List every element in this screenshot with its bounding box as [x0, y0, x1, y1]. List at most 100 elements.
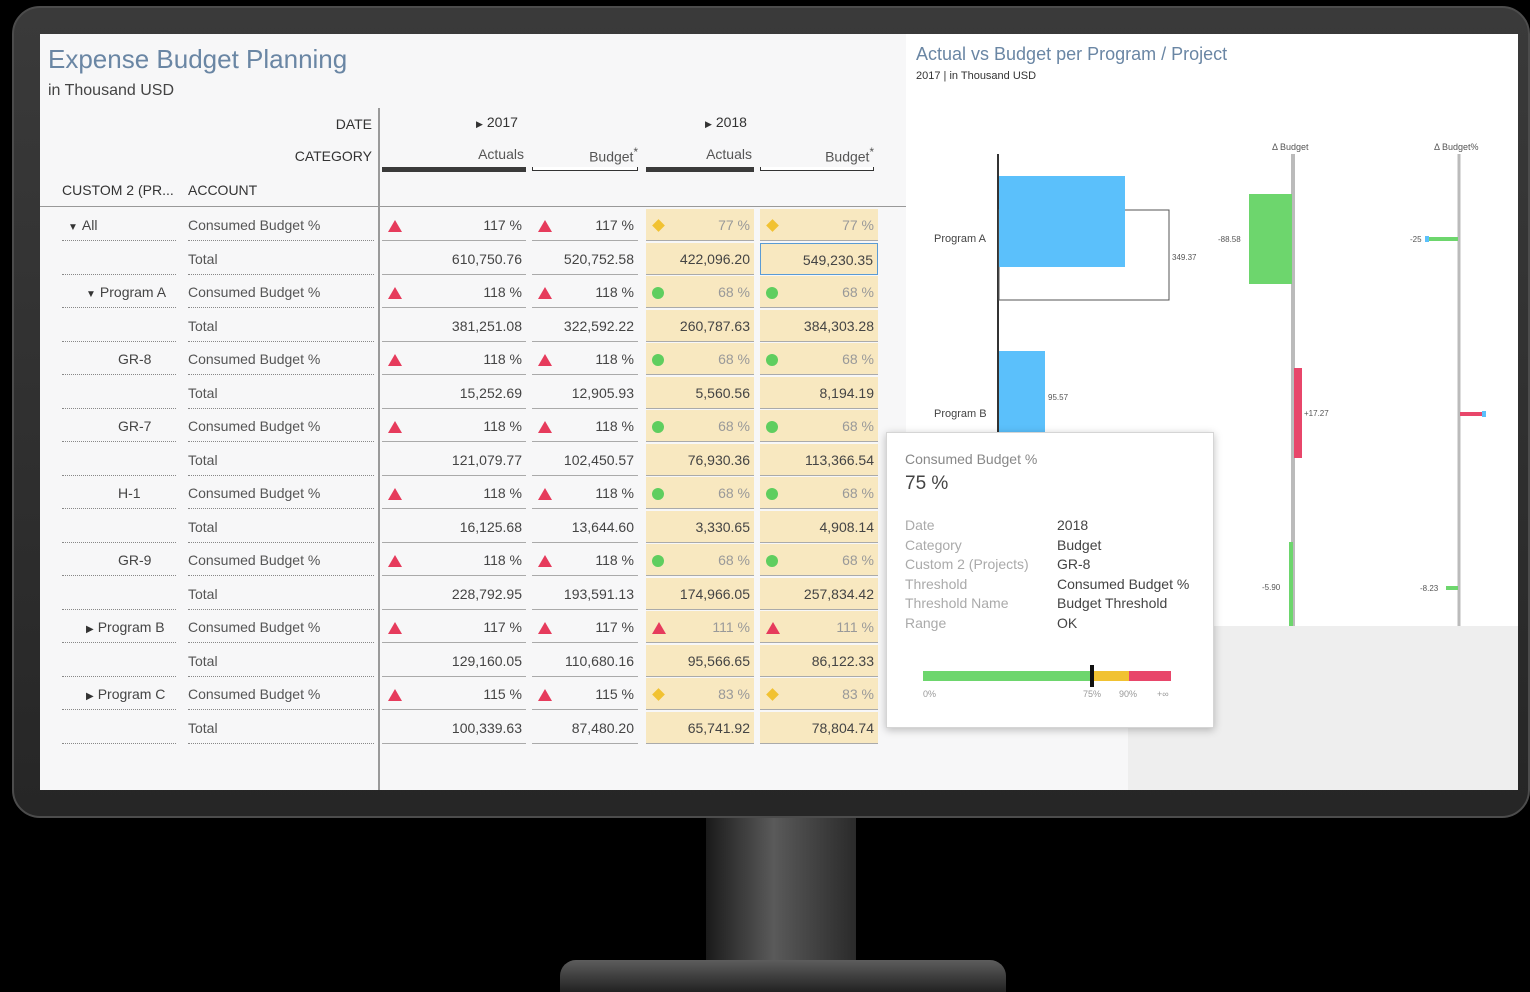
- value-cell[interactable]: 76,930.36: [646, 443, 754, 476]
- value-cell[interactable]: 384,303.28: [760, 309, 878, 342]
- value-cell[interactable]: 78,804.74: [760, 711, 878, 744]
- expand-icon[interactable]: ▶: [86, 681, 94, 713]
- table-row[interactable]: Total 15,252.69 12,905.93 5,560.56 8,194.19: [40, 376, 906, 410]
- value-cell[interactable]: 422,096.20: [646, 242, 754, 275]
- value-cell[interactable]: 102,450.57: [532, 444, 638, 476]
- date-dimension-label[interactable]: DATE: [240, 116, 372, 132]
- value-cell[interactable]: 3,330.65: [646, 510, 754, 543]
- dimension-member-cell[interactable]: GR-7: [62, 410, 176, 442]
- value-cell[interactable]: 68 %: [646, 343, 754, 375]
- value-cell[interactable]: 4,908.14: [760, 510, 878, 543]
- table-row[interactable]: Total 100,339.63 87,480.20 65,741.92 78,804.…: [40, 711, 906, 745]
- col-2017-budget[interactable]: Budget*: [532, 146, 638, 166]
- collapse-icon[interactable]: ▼: [68, 212, 78, 244]
- value-cell[interactable]: 118 %: [532, 544, 638, 576]
- custom2-dimension-label[interactable]: CUSTOM 2 (PR...: [62, 182, 182, 198]
- dimension-member-cell[interactable]: [62, 511, 176, 543]
- value-cell[interactable]: 83 %: [646, 678, 754, 710]
- value-cell[interactable]: 113,366.54: [760, 443, 878, 476]
- year-2018-header[interactable]: ▶ 2018: [705, 114, 747, 130]
- value-cell[interactable]: 86,122.33: [760, 644, 878, 677]
- table-row[interactable]: ▶ Program C Consumed Budget % 115 % 115 % 83 …: [40, 678, 906, 711]
- dimension-member-cell[interactable]: [62, 377, 176, 409]
- account-cell[interactable]: Total: [188, 444, 374, 476]
- table-row[interactable]: ▼ Program A Consumed Budget % 118 % 118 % 68 …: [40, 276, 906, 309]
- dimension-member-cell[interactable]: H-1: [62, 477, 176, 509]
- dimension-member-cell[interactable]: [62, 243, 176, 275]
- col-2018-actuals[interactable]: Actuals: [646, 146, 752, 166]
- value-cell[interactable]: 117 %: [532, 209, 638, 241]
- value-cell[interactable]: 68 %: [760, 276, 878, 308]
- value-cell[interactable]: 260,787.63: [646, 309, 754, 342]
- value-cell[interactable]: 68 %: [760, 343, 878, 375]
- value-cell[interactable]: 118 %: [382, 544, 526, 576]
- value-cell[interactable]: 68 %: [646, 477, 754, 509]
- account-cell[interactable]: Total: [188, 511, 374, 543]
- value-cell[interactable]: 111 %: [646, 611, 754, 643]
- value-cell[interactable]: 68 %: [646, 544, 754, 576]
- dimension-member-cell[interactable]: ▶ Program B: [62, 611, 176, 643]
- value-cell[interactable]: 549,230.35: [760, 242, 878, 275]
- value-cell[interactable]: 118 %: [382, 477, 526, 509]
- account-cell[interactable]: Consumed Budget %: [188, 209, 374, 241]
- dimension-member-cell[interactable]: ▼ All: [62, 209, 176, 241]
- table-row[interactable]: GR-8 Consumed Budget % 118 % 118 % 68 % 68 %: [40, 343, 906, 376]
- value-cell[interactable]: 118 %: [382, 276, 526, 308]
- value-cell[interactable]: 381,251.08: [382, 310, 526, 342]
- value-cell[interactable]: 118 %: [382, 410, 526, 442]
- account-dimension-label[interactable]: ACCOUNT: [188, 182, 308, 198]
- value-cell[interactable]: 83 %: [760, 678, 878, 710]
- value-cell[interactable]: 68 %: [646, 276, 754, 308]
- value-cell[interactable]: 8,194.19: [760, 376, 878, 409]
- account-cell[interactable]: Total: [188, 578, 374, 610]
- collapse-icon[interactable]: ▼: [86, 279, 96, 311]
- expand-icon[interactable]: ▶: [86, 614, 94, 646]
- account-cell[interactable]: Total: [188, 243, 374, 275]
- value-cell[interactable]: 520,752.58: [532, 243, 638, 275]
- value-cell[interactable]: 257,834.42: [760, 577, 878, 610]
- value-cell[interactable]: 100,339.63: [382, 712, 526, 744]
- table-row[interactable]: ▼ All Consumed Budget % 117 % 117 % 77 % 77 %: [40, 209, 906, 242]
- value-cell[interactable]: 121,079.77: [382, 444, 526, 476]
- account-cell[interactable]: Consumed Budget %: [188, 276, 374, 308]
- dimension-member-cell[interactable]: GR-9: [62, 544, 176, 576]
- col-2018-budget[interactable]: Budget*: [760, 146, 874, 166]
- value-cell[interactable]: 68 %: [760, 477, 878, 509]
- dimension-member-cell[interactable]: ▶ Program C: [62, 678, 176, 710]
- value-cell[interactable]: 193,591.13: [532, 578, 638, 610]
- value-cell[interactable]: 322,592.22: [532, 310, 638, 342]
- table-row[interactable]: GR-9 Consumed Budget % 118 % 118 % 68 % 68 %: [40, 544, 906, 577]
- table-row[interactable]: Total 610,750.76 520,752.58 422,096.20 549,2…: [40, 242, 906, 276]
- value-cell[interactable]: 111 %: [760, 611, 878, 643]
- value-cell[interactable]: 68 %: [760, 544, 878, 576]
- table-row[interactable]: Total 121,079.77 102,450.57 76,930.36 113,36…: [40, 443, 906, 477]
- table-row[interactable]: ▶ Program B Consumed Budget % 117 % 117 % 111…: [40, 611, 906, 644]
- value-cell[interactable]: 77 %: [760, 209, 878, 241]
- account-cell[interactable]: Total: [188, 645, 374, 677]
- account-cell[interactable]: Total: [188, 377, 374, 409]
- value-cell[interactable]: 117 %: [532, 611, 638, 643]
- account-cell[interactable]: Consumed Budget %: [188, 343, 374, 375]
- table-row[interactable]: GR-7 Consumed Budget % 118 % 118 % 68 % 68 %: [40, 410, 906, 443]
- account-cell[interactable]: Consumed Budget %: [188, 544, 374, 576]
- dimension-member-cell[interactable]: [62, 578, 176, 610]
- value-cell[interactable]: 68 %: [760, 410, 878, 442]
- value-cell[interactable]: 77 %: [646, 209, 754, 241]
- value-cell[interactable]: 110,680.16: [532, 645, 638, 677]
- table-row[interactable]: Total 16,125.68 13,644.60 3,330.65 4,908.14: [40, 510, 906, 544]
- value-cell[interactable]: 129,160.05: [382, 645, 526, 677]
- value-cell[interactable]: 95,566.65: [646, 644, 754, 677]
- value-cell[interactable]: 87,480.20: [532, 712, 638, 744]
- value-cell[interactable]: 15,252.69: [382, 377, 526, 409]
- category-dimension-label[interactable]: CATEGORY: [240, 148, 372, 164]
- value-cell[interactable]: 117 %: [382, 209, 526, 241]
- year-2017-header[interactable]: ▶ 2017: [476, 114, 518, 130]
- value-cell[interactable]: 118 %: [532, 343, 638, 375]
- value-cell[interactable]: 118 %: [382, 343, 526, 375]
- dimension-member-cell[interactable]: [62, 712, 176, 744]
- value-cell[interactable]: 610,750.76: [382, 243, 526, 275]
- account-cell[interactable]: Consumed Budget %: [188, 678, 374, 710]
- value-cell[interactable]: 5,560.56: [646, 376, 754, 409]
- dimension-member-cell[interactable]: GR-8: [62, 343, 176, 375]
- value-cell[interactable]: 174,966.05: [646, 577, 754, 610]
